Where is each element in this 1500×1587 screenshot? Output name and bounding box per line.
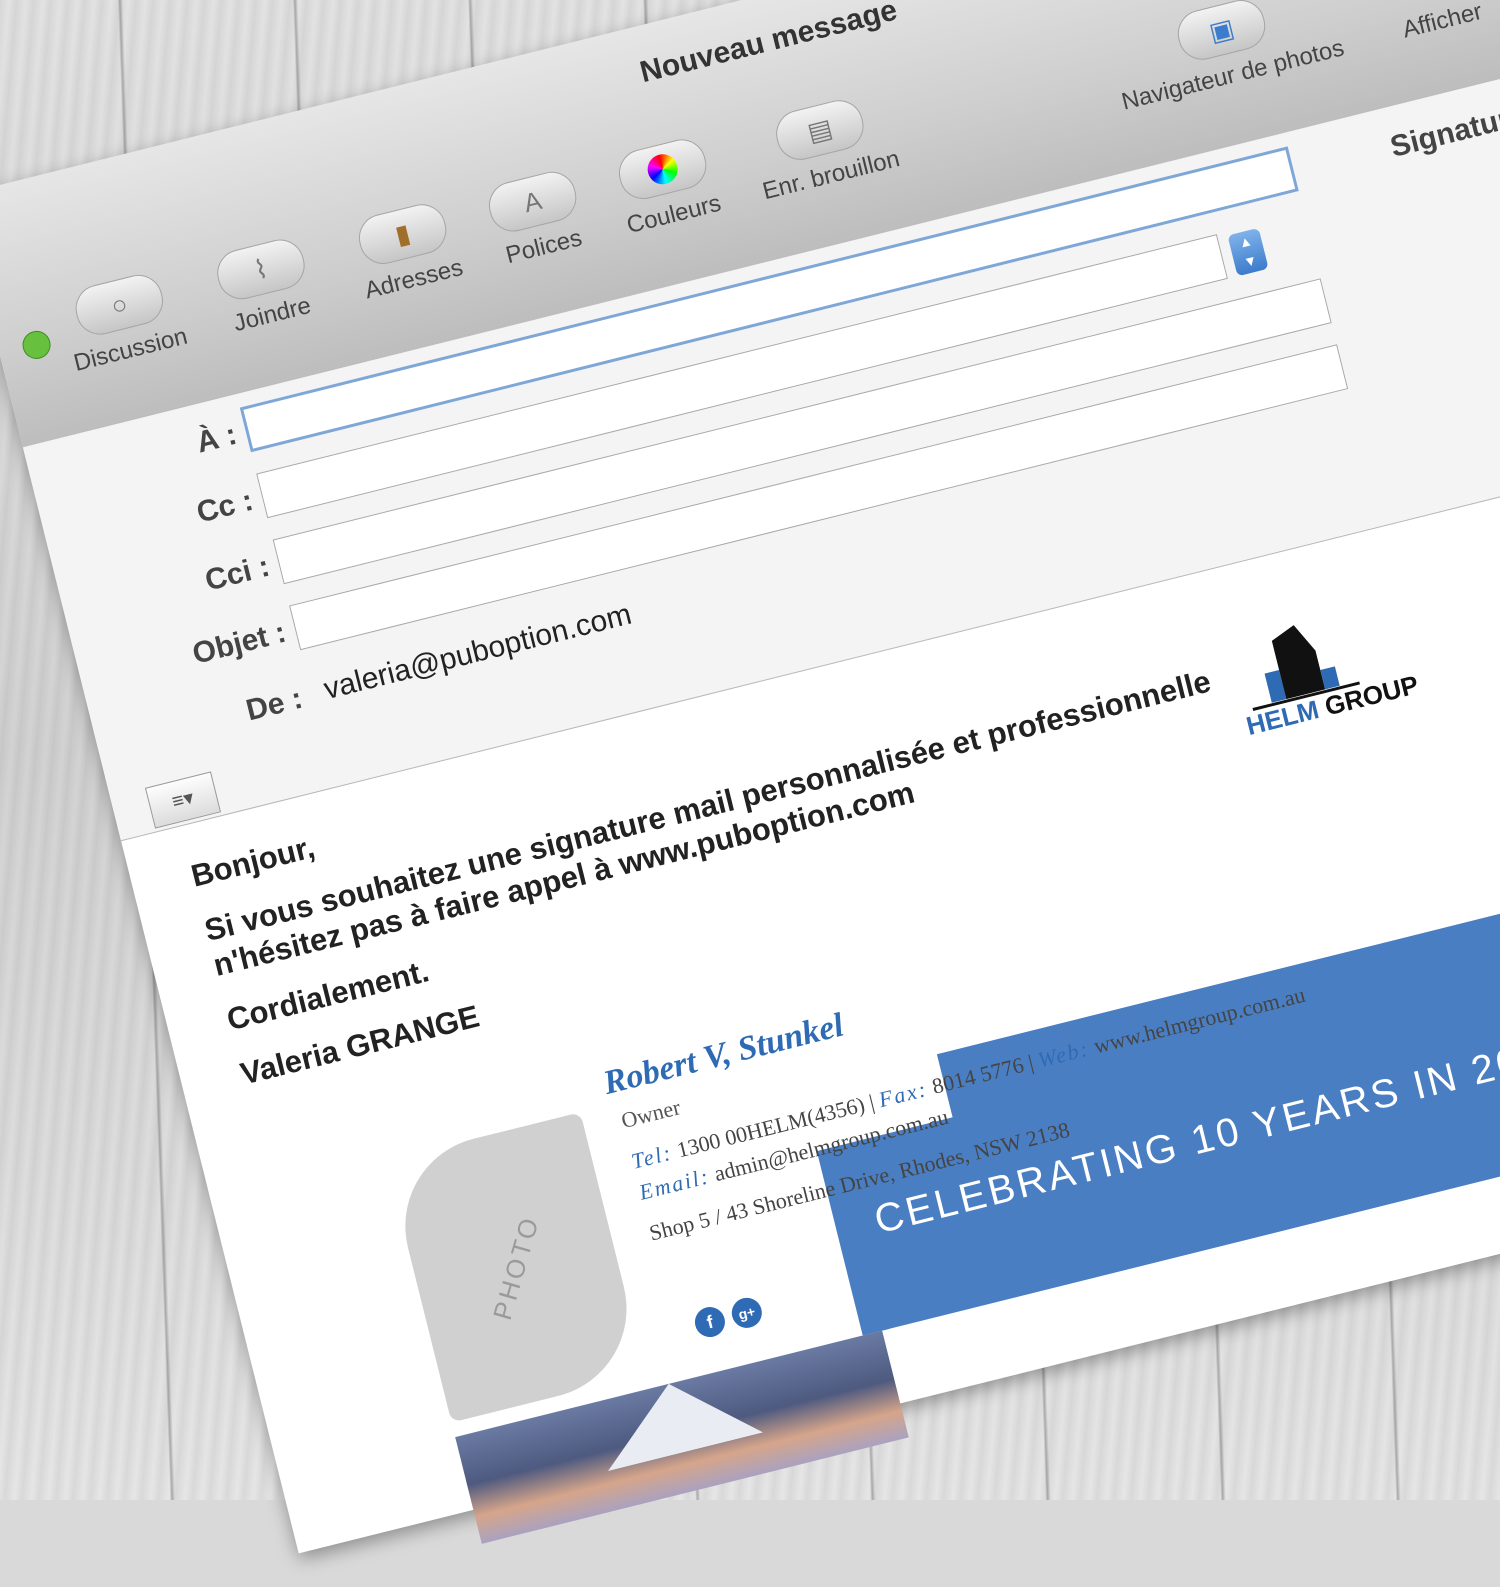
zoom-window-button[interactable] <box>19 327 54 362</box>
toolbar-polices[interactable]: A Polices <box>483 166 590 272</box>
from-label: De : <box>242 681 306 728</box>
to-label: À : <box>193 417 240 460</box>
signature-role: Owner <box>618 1094 683 1134</box>
toolbar-afficher[interactable]: Afficher <box>1400 0 1485 45</box>
toolbar-adresses[interactable]: ▮ Adresses <box>348 198 466 306</box>
bcc-label: Cci : <box>201 549 273 598</box>
subject-label: Objet : <box>189 615 290 671</box>
signature-name: Robert V, Stunkel <box>599 1006 848 1103</box>
cc-label: Cc : <box>193 483 257 530</box>
house-roof <box>591 1365 763 1472</box>
signature-select-stepper[interactable]: ▲ ▼ <box>1227 227 1269 277</box>
toolbar-couleurs[interactable]: Couleurs <box>610 133 724 240</box>
facebook-icon[interactable]: f <box>691 1303 729 1341</box>
toolbar-joindre[interactable]: ⌇ Joindre <box>212 234 318 340</box>
toolbar-navigateur-photos[interactable]: ▣ Navigateur de photos <box>1105 0 1347 117</box>
signature-label: Signatur <box>1387 102 1500 164</box>
format-menu-button[interactable]: ≡▾ <box>144 771 222 829</box>
photo-placeholder: PHOTO <box>386 1112 646 1423</box>
toolbar-discussion[interactable]: ○ Discussion <box>57 266 190 378</box>
google-plus-icon[interactable]: g+ <box>728 1294 765 1332</box>
toolbar-enr-brouillon[interactable]: ▤ Enr. brouillon <box>746 89 903 206</box>
